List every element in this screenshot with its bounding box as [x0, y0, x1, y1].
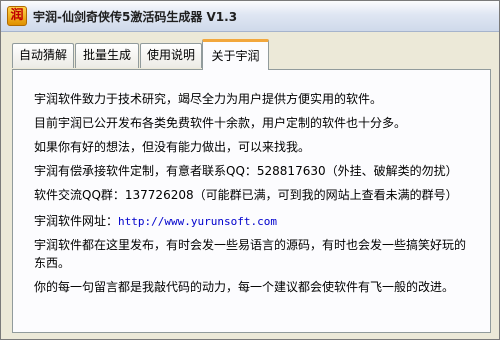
title-bar[interactable]: 润 宇润-仙剑奇侠传5激活码生成器 V1.3	[1, 1, 499, 32]
tab-batch-generate[interactable]: 批量生成	[75, 43, 139, 68]
about-software-count: 目前宇润已公开发布各类免费软件十余款，用户定制的软件也十分多。	[34, 116, 407, 130]
website-label: 宇润软件网址：	[34, 214, 119, 228]
about-release-note: 宇润软件都在这里发布，有时会发一些易语言的源码，有时也会发一些搞笑好玩的东西。	[34, 238, 467, 270]
about-intro: 宇润软件致力于技术研究，竭尽全力为用户提供方便实用的软件。	[34, 92, 383, 106]
website-link[interactable]: http://www.yurunsoft.com	[118, 215, 277, 228]
tab-strip: 自动猜解 批量生成 使用说明 关于宇润	[12, 39, 492, 70]
app-logo-icon: 润	[7, 6, 27, 26]
about-feedback: 你的每一句留言都是我敲代码的动力，每一个建议都会使软件有飞一般的改进。	[34, 280, 455, 294]
tab-about[interactable]: 关于宇润	[202, 39, 269, 70]
about-ideas: 如果你有好的想法，但没有能力做出，可以来找我。	[34, 140, 311, 154]
about-panel: 宇润软件致力于技术研究，竭尽全力为用户提供方便实用的软件。 目前宇润已公开发布各…	[12, 69, 491, 333]
about-qq-group: 软件交流QQ群：137726208（可能群已满，可到我的网站上查看未满的群号）	[34, 188, 458, 202]
tab-instructions[interactable]: 使用说明	[140, 43, 202, 68]
tab-auto-guess[interactable]: 自动猜解	[12, 43, 74, 68]
window-title: 宇润-仙剑奇侠传5激活码生成器 V1.3	[33, 10, 238, 24]
about-custom-qq: 宇润有偿承接软件定制，有意者联系QQ：528817630（外挂、破解类的勿扰）	[34, 164, 458, 178]
about-website-row: 宇润软件网址：http://www.yurunsoft.com	[34, 212, 277, 231]
app-window: 润 宇润-仙剑奇侠传5激活码生成器 V1.3 自动猜解 批量生成 使用说明 关于…	[0, 0, 500, 340]
